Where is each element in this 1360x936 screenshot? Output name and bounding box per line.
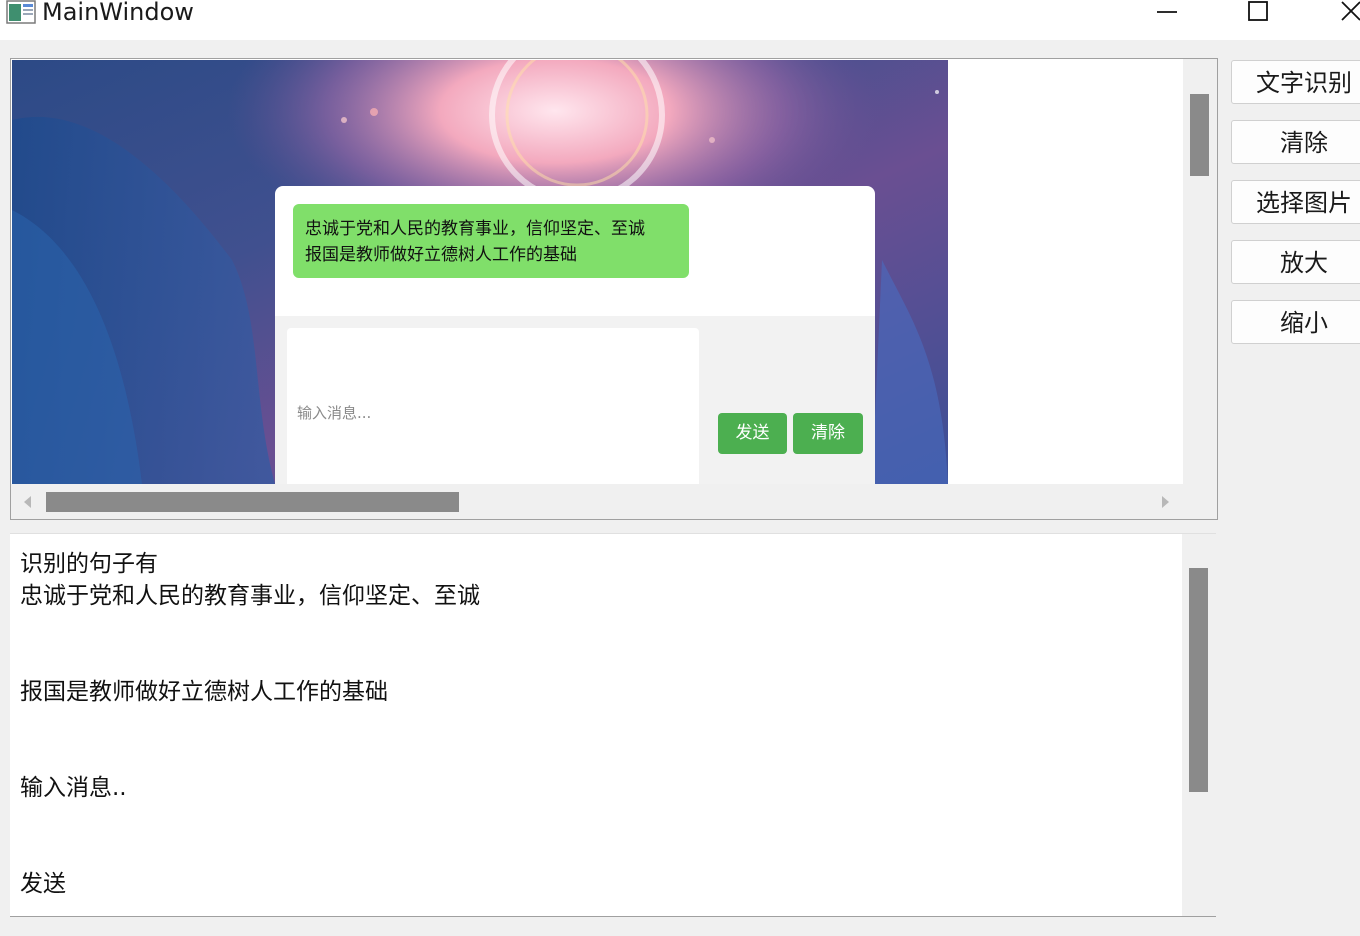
- ocr-button[interactable]: 文字识别: [1231, 60, 1360, 104]
- output-line: 输入消息..: [20, 775, 127, 801]
- bubble-line-1: 忠诚于党和人民的教育事业，信仰坚定、至诚: [305, 219, 645, 239]
- app-window-icon: [6, 0, 36, 24]
- loaded-image: 忠诚于党和人民的教育事业，信仰坚定、至诚 报国是教师做好立德树人工作的基础 发送…: [12, 60, 948, 484]
- chat-card: 忠诚于党和人民的教育事业，信仰坚定、至诚 报国是教师做好立德树人工作的基础 发送…: [275, 186, 875, 484]
- chat-message-input: [287, 328, 699, 484]
- chat-send-button: 发送: [718, 413, 787, 454]
- output-vertical-scroll-thumb[interactable]: [1189, 568, 1208, 792]
- zoom-out-button[interactable]: 缩小: [1231, 300, 1360, 344]
- output-line: 发送: [20, 871, 66, 897]
- zoom-in-button[interactable]: 放大: [1231, 240, 1360, 284]
- output-line: 识别的句子有: [20, 551, 158, 577]
- clear-button[interactable]: 清除: [1231, 120, 1360, 164]
- chat-message-bubble: 忠诚于党和人民的教育事业，信仰坚定、至诚 报国是教师做好立德树人工作的基础: [293, 204, 689, 278]
- chat-input-area: 发送 清除: [275, 316, 875, 484]
- maximize-icon[interactable]: [1236, 0, 1282, 30]
- minimize-icon[interactable]: [1144, 0, 1190, 30]
- scroll-right-arrow-icon[interactable]: [1159, 495, 1171, 509]
- select-image-button[interactable]: 选择图片: [1231, 180, 1360, 224]
- close-icon[interactable]: [1320, 0, 1360, 30]
- recognized-text-output[interactable]: 识别的句子有 忠诚于党和人民的教育事业，信仰坚定、至诚 报国是教师做好立德树人工…: [10, 533, 1216, 917]
- output-line: 报国是教师做好立德树人工作的基础: [20, 679, 388, 705]
- window-title: MainWindow: [42, 0, 194, 26]
- image-viewer[interactable]: 忠诚于党和人民的教育事业，信仰坚定、至诚 报国是教师做好立德树人工作的基础 发送…: [10, 58, 1218, 520]
- chat-clear-button: 清除: [793, 413, 863, 454]
- bubble-line-2: 报国是教师做好立德树人工作的基础: [305, 245, 577, 265]
- scroll-left-arrow-icon[interactable]: [22, 495, 34, 509]
- image-vertical-scroll-thumb[interactable]: [1190, 94, 1209, 176]
- image-horizontal-scroll-thumb[interactable]: [46, 492, 459, 512]
- title-bar: MainWindow: [0, 0, 1360, 40]
- output-line: 忠诚于党和人民的教育事业，信仰坚定、至诚: [20, 583, 480, 609]
